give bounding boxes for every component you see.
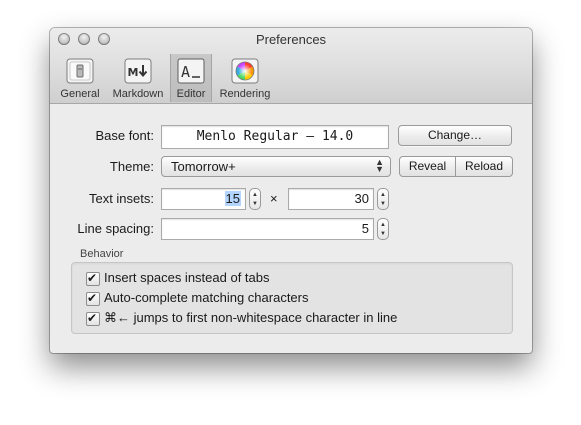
theme-select[interactable]: Tomorrow+ ▲ ▼ (161, 156, 391, 177)
text-inset-horizontal-stepper[interactable]: ▲ ▼ (249, 188, 261, 210)
behavior-group-title: Behavior (80, 248, 124, 260)
tab-label: General (60, 88, 100, 100)
line-spacing-stepper[interactable]: ▲ ▼ (377, 218, 389, 240)
text-inset-vertical-value: 30 (354, 191, 369, 206)
base-font-label: Base font: (95, 128, 154, 143)
text-insets-label: Text insets: (88, 191, 154, 206)
text-inset-horizontal-value: 15 (224, 191, 241, 206)
reload-button[interactable]: Reload (456, 157, 512, 176)
tab-general[interactable]: General (54, 54, 106, 102)
stepper-down-icon[interactable]: ▼ (378, 231, 388, 237)
text-inset-vertical-field[interactable]: 30 (288, 188, 374, 210)
tab-rendering[interactable]: Rendering (214, 54, 276, 102)
line-spacing-value: 5 (361, 221, 369, 236)
auto-complete-label[interactable]: Auto-complete matching characters (104, 290, 308, 305)
up-down-arrows-icon: ▲ ▼ (375, 157, 384, 174)
change-font-button[interactable]: Change… (398, 125, 512, 146)
window-title: Preferences (255, 32, 327, 47)
text-inset-horizontal-field[interactable]: 15 (161, 188, 246, 210)
switch-icon (66, 58, 94, 84)
auto-complete-checkbox[interactable] (86, 291, 100, 306)
smart-home-checkbox[interactable] (86, 311, 100, 326)
smart-home-label[interactable]: ⌘← jumps to first non-whitespace charact… (104, 310, 397, 326)
svg-text:M: M (128, 66, 139, 79)
theme-actions-segmented: Reveal Reload (399, 156, 513, 177)
theme-label: Theme: (109, 159, 154, 174)
tab-editor[interactable]: A Editor (170, 54, 212, 102)
editor-icon: A (177, 58, 205, 84)
theme-select-value: Tomorrow+ (171, 159, 236, 174)
stepper-down-icon[interactable]: ▼ (250, 201, 260, 207)
insert-spaces-checkbox[interactable] (86, 271, 100, 286)
line-spacing-label: Line spacing: (77, 221, 154, 236)
insert-spaces-label[interactable]: Insert spaces instead of tabs (104, 270, 269, 285)
reveal-button[interactable]: Reveal (400, 157, 456, 176)
svg-text:A: A (181, 63, 190, 81)
tab-label: Markdown (112, 88, 164, 100)
line-spacing-field[interactable]: 5 (161, 218, 374, 240)
stepper-up-icon[interactable]: ▲ (378, 192, 388, 198)
multiply-sign: × (270, 191, 278, 206)
stepper-up-icon[interactable]: ▲ (250, 192, 260, 198)
behavior-group: Insert spaces instead of tabs Auto-compl… (71, 262, 513, 334)
color-wheel-icon (231, 58, 259, 84)
text-inset-vertical-stepper[interactable]: ▲ ▼ (377, 188, 389, 210)
tab-markdown[interactable]: M Markdown (108, 54, 168, 102)
markdown-icon: M (124, 58, 152, 84)
tab-label: Rendering (219, 88, 271, 100)
tab-label: Editor (176, 88, 206, 100)
stepper-up-icon[interactable]: ▲ (378, 222, 388, 228)
preferences-window: Preferences General M Markdown A Editor … (50, 28, 532, 353)
stepper-down-icon[interactable]: ▼ (378, 201, 388, 207)
base-font-display: Menlo Regular – 14.0 (161, 125, 389, 149)
titlebar: Preferences General M Markdown A Editor … (50, 28, 532, 104)
